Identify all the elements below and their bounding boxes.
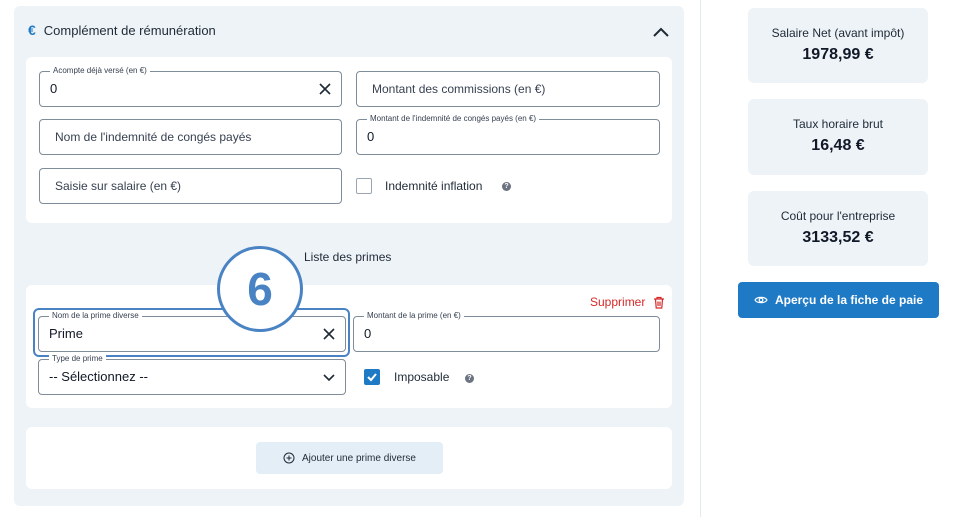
plus-circle-icon xyxy=(283,452,295,464)
help-icon[interactable]: ? xyxy=(502,182,511,191)
trash-icon[interactable] xyxy=(653,296,665,309)
saisie-field[interactable]: Saisie sur salaire (en €) xyxy=(39,168,342,204)
stat-taux-horaire-label: Taux horaire brut xyxy=(792,117,884,131)
inflation-checkbox[interactable] xyxy=(356,178,372,194)
euro-icon: € xyxy=(28,22,36,38)
stat-taux-horaire: Taux horaire brut 16,48 € xyxy=(748,99,928,175)
prime-montant-value: 0 xyxy=(364,326,372,341)
prime-type-selected: -- Sélectionnez -- xyxy=(49,369,148,384)
stat-taux-horaire-value: 16,48 € xyxy=(811,137,865,154)
commissions-field[interactable]: Montant des commissions (en €) xyxy=(356,71,660,107)
conges-montant-value: 0 xyxy=(367,129,375,144)
conges-montant-legend: Montant de l'indemnité de congés payés (… xyxy=(367,113,540,125)
preview-payslip-label: Aperçu de la fiche de paie xyxy=(774,293,924,307)
acompte-legend: Acompte déjà versé (en €) xyxy=(50,65,150,77)
step-highlight-frame xyxy=(33,308,350,357)
stat-salaire-net-value: 1978,99 € xyxy=(802,46,874,63)
chevron-down-icon[interactable] xyxy=(322,371,336,385)
prime-montant-legend: Montant de la prime (en €) xyxy=(364,310,464,322)
inflation-label: Indemnité inflation xyxy=(385,179,483,193)
clear-icon[interactable] xyxy=(318,82,332,96)
preview-payslip-button[interactable]: Aperçu de la fiche de paie xyxy=(738,282,939,318)
conges-montant-field[interactable]: Montant de l'indemnité de congés payés (… xyxy=(356,113,660,155)
prime-type-select[interactable]: Type de prime -- Sélectionnez -- xyxy=(38,353,346,395)
acompte-value: 0 xyxy=(50,81,58,96)
stat-cout-entreprise: Coût pour l'entreprise 3133,52 € xyxy=(748,191,928,266)
stat-salaire-net-label: Salaire Net (avant impôt) xyxy=(771,26,905,40)
check-icon xyxy=(367,373,377,382)
section-title: Complément de rémunération xyxy=(43,22,216,38)
commissions-placeholder: Montant des commissions (en €) xyxy=(372,82,546,96)
imposable-label: Imposable xyxy=(394,370,450,384)
delete-prime-button[interactable]: Supprimer xyxy=(590,295,645,309)
stat-cout-entreprise-label: Coût pour l'entreprise xyxy=(780,209,896,223)
add-prime-label: Ajouter une prime diverse xyxy=(302,452,416,464)
section-header[interactable]: € Complément de rémunération xyxy=(28,20,216,40)
chevron-up-icon[interactable] xyxy=(651,24,671,40)
column-divider xyxy=(700,0,701,517)
help-icon[interactable]: ? xyxy=(465,374,474,383)
conges-nom-field[interactable]: Nom de l'indemnité de congés payés xyxy=(39,119,342,155)
saisie-placeholder: Saisie sur salaire (en €) xyxy=(55,179,182,193)
step-number-badge: 6 xyxy=(217,246,303,332)
prime-type-legend: Type de prime xyxy=(49,353,106,365)
stat-cout-entreprise-value: 3133,52 € xyxy=(802,229,874,246)
stat-salaire-net: Salaire Net (avant impôt) 1978,99 € xyxy=(748,8,928,83)
add-prime-button[interactable]: Ajouter une prime diverse xyxy=(256,442,443,474)
eye-icon xyxy=(754,296,768,304)
acompte-field[interactable]: Acompte déjà versé (en €) 0 xyxy=(39,65,342,107)
conges-nom-placeholder: Nom de l'indemnité de congés payés xyxy=(55,130,252,144)
prime-montant-field[interactable]: Montant de la prime (en €) 0 xyxy=(353,310,660,352)
primes-title: Liste des primes xyxy=(304,250,392,264)
imposable-checkbox[interactable] xyxy=(364,369,380,385)
